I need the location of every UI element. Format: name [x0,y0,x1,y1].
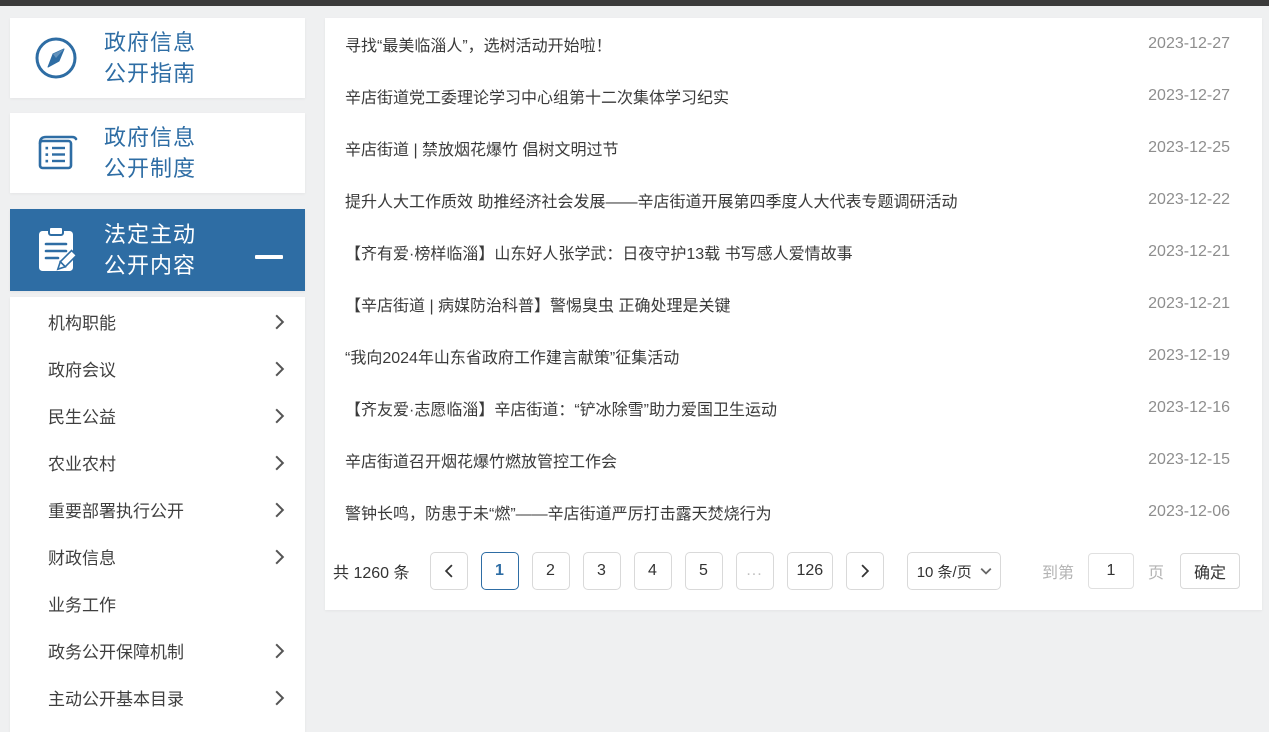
page-button-2[interactable]: 2 [532,552,570,590]
sidebar-menu: 机构职能 政府会议 民生公益 农业农村 重要部署执行公开 财政信息 业务工作 [10,297,305,732]
sidebar: 政府信息 公开指南 政府信息 公开制度 [10,18,305,732]
sidebar-card-title-line1: 政府信息 [104,125,196,150]
news-title-link[interactable]: 警钟长鸣，防患于未“燃”——辛店街道严厉打击露天焚烧行为 [345,500,772,524]
news-list-item[interactable]: 寻找“最美临淄人”，选树活动开始啦！ 2023-12-27 [325,18,1262,70]
compass-icon [32,30,80,86]
page-button-3[interactable]: 3 [583,552,621,590]
sidebar-card-title: 政府信息 公开制度 [104,122,196,184]
news-list-item[interactable]: 警钟长鸣，防患于未“燃”——辛店街道严厉打击露天焚烧行为 2023-12-06 [325,486,1262,538]
pagination-bar: 共 1260 条 1 2 3 4 5 ... 126 10 条/页 到第 页 确… [325,552,1262,590]
news-date: 2023-12-27 [1148,35,1230,53]
sidebar-menu-item-label: 财政信息 [48,544,116,569]
news-list-item[interactable]: “我向2024年山东省政府工作建言献策”征集活动 2023-12-19 [325,330,1262,382]
news-list-item[interactable]: 辛店街道召开烟花爆竹燃放管控工作会 2023-12-15 [325,434,1262,486]
news-title-link[interactable]: 辛店街道召开烟花爆竹燃放管控工作会 [345,448,617,472]
news-title-link[interactable]: 辛店街道党工委理论学习中心组第十二次集体学习纪实 [345,84,729,108]
news-date: 2023-12-22 [1148,191,1230,209]
chevron-right-icon [274,361,285,377]
top-bar [0,0,1269,6]
pagination-total: 共 1260 条 [333,559,410,583]
news-date: 2023-12-21 [1148,243,1230,261]
sidebar-card-title: 法定主动 公开内容 [104,219,196,281]
sidebar-card-title: 政府信息 公开指南 [104,27,196,89]
news-title-link[interactable]: 【齐友爱·志愿临淄】辛店街道：“铲冰除雪”助力爱国卫生运动 [345,396,777,420]
sidebar-menu-item[interactable]: 主动公开基本目录 [10,674,305,721]
clipboard-pencil-icon [32,222,80,278]
sidebar-menu-item[interactable]: 机构职能 [10,298,305,345]
sidebar-menu-item[interactable]: 政府会议 [10,345,305,392]
news-title-link[interactable]: 【辛店街道 | 病媒防治科普】警惕臭虫 正确处理是关键 [345,292,731,316]
news-date: 2023-12-27 [1148,87,1230,105]
sidebar-card-open-guide[interactable]: 政府信息 公开指南 [10,18,305,98]
news-date: 2023-12-16 [1148,399,1230,417]
sidebar-card-statutory-disclosure[interactable]: 法定主动 公开内容 [10,209,305,291]
news-date: 2023-12-25 [1148,139,1230,157]
sidebar-card-title-line2: 公开内容 [104,253,196,278]
page-button-5[interactable]: 5 [685,552,723,590]
news-list-item[interactable]: 辛店街道党工委理论学习中心组第十二次集体学习纪实 2023-12-27 [325,70,1262,122]
news-date: 2023-12-06 [1148,503,1230,521]
chevron-down-icon [980,567,992,575]
news-date: 2023-12-15 [1148,451,1230,469]
news-title-link[interactable]: 辛店街道 | 禁放烟花爆竹 倡树文明过节 [345,136,619,160]
news-title-link[interactable]: 【齐有爱·榜样临淄】山东好人张学武：日夜守护13载 书写感人爱情故事 [345,240,853,264]
sidebar-card-title-line2: 公开指南 [104,61,196,86]
sidebar-menu-item-label: 主动公开基本目录 [48,685,184,710]
sidebar-menu-item[interactable]: 业务工作 [10,580,305,627]
sidebar-menu-item-label: 业务工作 [48,591,116,616]
news-list-item[interactable]: 【齐友爱·志愿临淄】辛店街道：“铲冰除雪”助力爱国卫生运动 2023-12-16 [325,382,1262,434]
goto-page-group: 到第 页 确定 [1042,553,1240,589]
sidebar-menu-item-label: 民生公益 [48,403,116,428]
chevron-right-icon [274,408,285,424]
confirm-button[interactable]: 确定 [1180,553,1240,589]
sidebar-menu-item[interactable]: 政务公开保障机制 [10,627,305,674]
collapse-minus-icon[interactable] [255,255,283,259]
page-button-126[interactable]: 126 [787,552,834,590]
page-button-4[interactable]: 4 [634,552,672,590]
page-ellipsis-button[interactable]: ... [736,552,774,590]
chevron-right-icon [274,502,285,518]
news-date: 2023-12-19 [1148,347,1230,365]
chevron-right-icon [274,690,285,706]
chevron-right-icon [274,455,285,471]
chevron-right-icon [274,314,285,330]
chevron-right-icon [274,549,285,565]
news-date: 2023-12-21 [1148,295,1230,313]
sidebar-card-title-line1: 法定主动 [104,222,196,247]
news-title-link[interactable]: 寻找“最美临淄人”，选树活动开始啦！ [345,32,612,56]
news-list-panel: 寻找“最美临淄人”，选树活动开始啦！ 2023-12-27 辛店街道党工委理论学… [325,18,1262,610]
sidebar-menu-item-label: 重要部署执行公开 [48,497,184,522]
goto-suffix-label: 页 [1148,559,1164,583]
sidebar-menu-item-label: 农业农村 [48,450,116,475]
sidebar-menu-item[interactable]: 民生公益 [10,392,305,439]
news-list-item[interactable]: 辛店街道 | 禁放烟花爆竹 倡树文明过节 2023-12-25 [325,122,1262,174]
page-button-1[interactable]: 1 [481,552,519,590]
goto-page-input[interactable] [1088,553,1134,589]
sidebar-card-title-line2: 公开制度 [104,156,196,181]
sidebar-menu-item[interactable]: 农业农村 [10,439,305,486]
goto-prefix-label: 到第 [1042,559,1074,583]
page-size-label: 10 条/页 [917,561,972,582]
chevron-left-icon [444,564,454,578]
chevron-right-icon [274,643,285,659]
news-title-link[interactable]: 提升人大工作质效 助推经济社会发展——辛店街道开展第四季度人大代表专题调研活动 [345,188,957,212]
next-page-button[interactable] [846,552,884,590]
prev-page-button[interactable] [430,552,468,590]
sidebar-card-title-line1: 政府信息 [104,30,196,55]
chevron-right-icon [860,564,870,578]
page-size-select[interactable]: 10 条/页 [907,552,1001,590]
sidebar-menu-item[interactable]: 财政信息 [10,533,305,580]
sidebar-menu-item-label: 政务公开保障机制 [48,638,184,663]
news-list-item[interactable]: 【齐有爱·榜样临淄】山东好人张学武：日夜守护13载 书写感人爱情故事 2023-… [325,226,1262,278]
sidebar-card-open-rules[interactable]: 政府信息 公开制度 [10,113,305,193]
news-list-item[interactable]: 【辛店街道 | 病媒防治科普】警惕臭虫 正确处理是关键 2023-12-21 [325,278,1262,330]
sidebar-menu-item-label: 机构职能 [48,309,116,334]
news-title-link[interactable]: “我向2024年山东省政府工作建言献策”征集活动 [345,344,679,368]
sidebar-menu-item[interactable]: 重要部署执行公开 [10,486,305,533]
news-list-item[interactable]: 提升人大工作质效 助推经济社会发展——辛店街道开展第四季度人大代表专题调研活动 … [325,174,1262,226]
book-icon [32,125,80,181]
sidebar-menu-item-label: 政府会议 [48,356,116,381]
